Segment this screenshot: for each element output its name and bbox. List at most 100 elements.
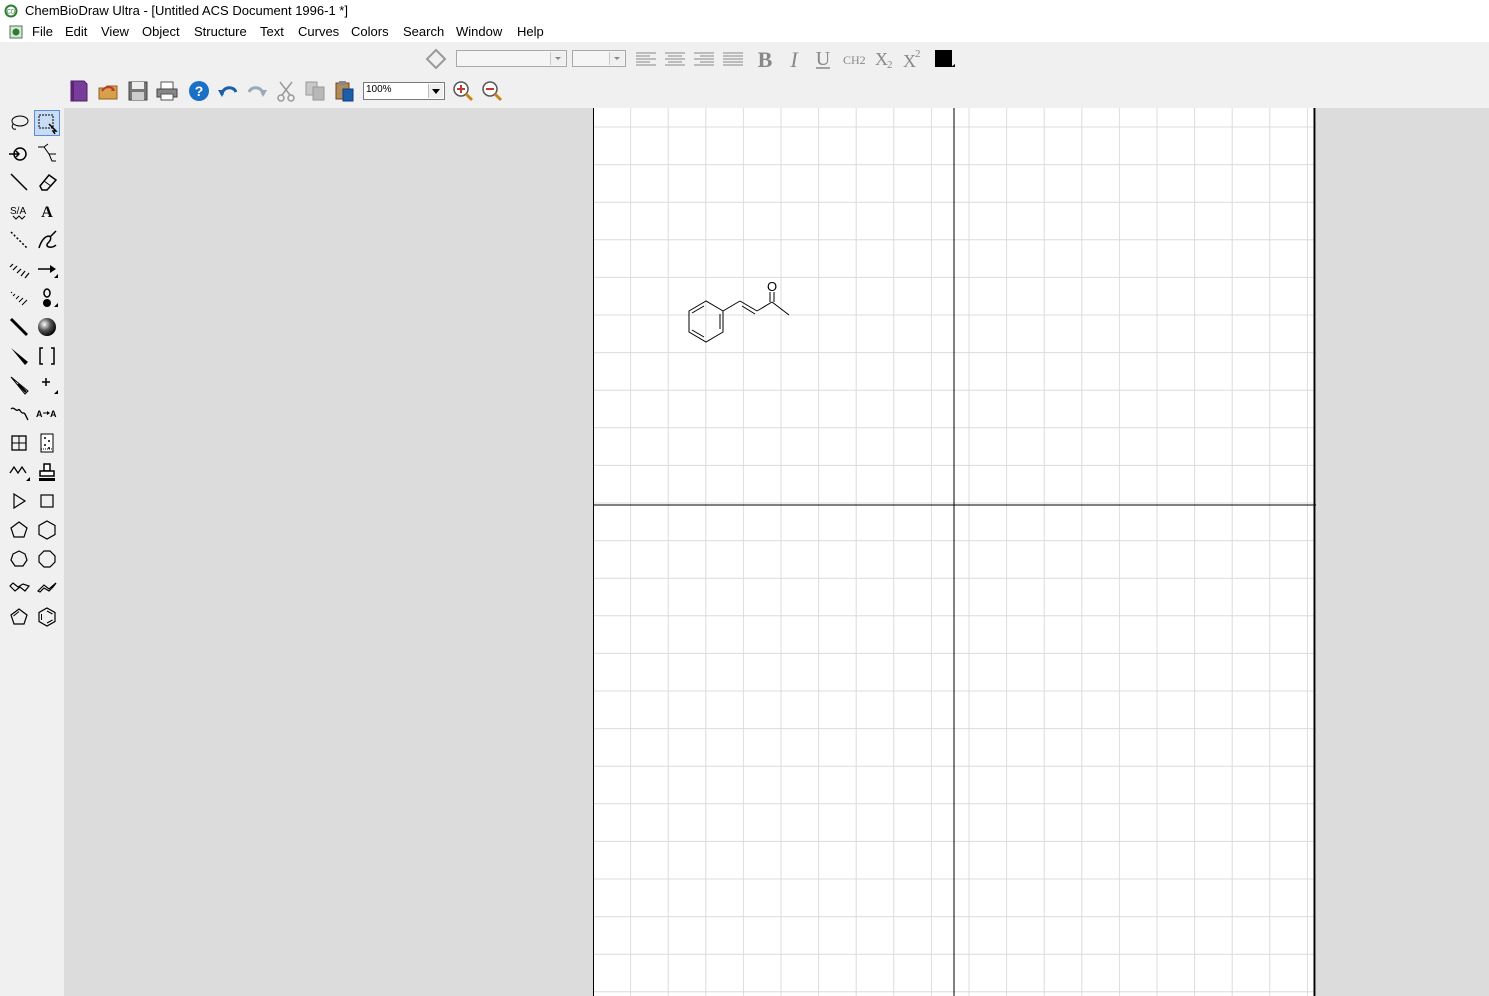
- new-document-icon[interactable]: [68, 80, 90, 102]
- eraser-tool-icon[interactable]: [34, 169, 60, 195]
- query-tool-icon[interactable]: AA: [34, 401, 60, 427]
- menu-edit[interactable]: Edit: [65, 24, 87, 39]
- cyclohexane-ring-icon[interactable]: [34, 517, 60, 543]
- svg-text:2: 2: [915, 48, 921, 60]
- svg-text:B: B: [758, 48, 773, 70]
- menu-text[interactable]: Text: [260, 24, 284, 39]
- menu-search[interactable]: Search: [403, 24, 444, 39]
- brackets-tool-icon[interactable]: [34, 343, 60, 369]
- formula-subscript-label[interactable]: CH2: [843, 53, 866, 68]
- font-size-combo[interactable]: [572, 50, 626, 67]
- menu-curves[interactable]: Curves: [298, 24, 339, 39]
- title-bar: CD ChemBioDraw Ultra - [Untitled ACS Doc…: [0, 0, 1489, 22]
- print-icon[interactable]: [156, 80, 178, 102]
- bond[interactable]: [722, 300, 741, 312]
- ring-double-bond: [691, 305, 705, 314]
- chembiodraw-app-icon: CD: [4, 4, 18, 18]
- chevron-down-icon[interactable]: [609, 52, 624, 65]
- open-folder-icon[interactable]: [97, 80, 119, 102]
- oxygen-atom-label[interactable]: O: [767, 279, 777, 294]
- cyclobutane-ring-icon[interactable]: [34, 488, 60, 514]
- orbital-tool-icon[interactable]: [34, 285, 60, 311]
- benzene-ring-icon[interactable]: [34, 604, 60, 630]
- dashed-bond-tool-icon[interactable]: [6, 227, 32, 253]
- cycloheptane-ring-icon[interactable]: [6, 546, 32, 572]
- lasso-tool-icon[interactable]: [6, 110, 32, 136]
- cyclopentane-ring-icon[interactable]: [6, 517, 32, 543]
- marquee-tool-icon[interactable]: [34, 110, 60, 136]
- molecule-structure[interactable]: [688, 292, 790, 343]
- cut-icon[interactable]: [275, 80, 297, 102]
- superscript-icon[interactable]: X2: [902, 48, 924, 70]
- bond[interactable]: [756, 301, 773, 312]
- menu-structure[interactable]: Structure: [194, 24, 247, 39]
- align-left-icon[interactable]: [635, 48, 657, 70]
- svg-text:CD: CD: [7, 10, 16, 16]
- svg-text:S/A: S/A: [10, 206, 26, 217]
- undo-icon[interactable]: [217, 80, 239, 102]
- alkene-double-bond: [741, 305, 756, 315]
- hashed-bond-tool-icon[interactable]: [6, 256, 32, 282]
- text-tool-icon[interactable]: A: [34, 198, 60, 224]
- menu-object[interactable]: Object: [142, 24, 180, 39]
- drawing-canvas[interactable]: O: [593, 108, 1316, 996]
- menu-view[interactable]: View: [101, 24, 129, 39]
- align-justify-icon[interactable]: [722, 48, 744, 70]
- chemical-symbols-tool-icon[interactable]: [34, 372, 60, 398]
- subscript-icon[interactable]: X2: [873, 48, 895, 70]
- paste-icon[interactable]: [333, 80, 355, 102]
- align-right-icon[interactable]: [693, 48, 715, 70]
- svg-text:A: A: [50, 409, 57, 419]
- svg-text:A: A: [36, 409, 43, 419]
- ring-double-bond: [691, 329, 705, 338]
- svg-text:2: 2: [887, 59, 893, 70]
- cyclohexane-chair-1-icon[interactable]: [6, 575, 32, 601]
- copy-icon[interactable]: [304, 80, 326, 102]
- save-icon[interactable]: [127, 80, 149, 102]
- help-icon[interactable]: ?: [188, 80, 210, 102]
- align-center-icon[interactable]: [664, 48, 686, 70]
- bold-icon[interactable]: B: [754, 48, 776, 70]
- wedge-bond-tool-icon[interactable]: [6, 343, 32, 369]
- zoom-combo[interactable]: 100%: [363, 82, 445, 100]
- zoom-out-icon[interactable]: [481, 80, 503, 102]
- hollow-wedge-bond-tool-icon[interactable]: [6, 372, 32, 398]
- style-diamond-icon[interactable]: [425, 48, 447, 70]
- mass-fragmentation-tool-icon[interactable]: [34, 140, 60, 166]
- color-swatch-icon[interactable]: [933, 48, 955, 70]
- table-tool-icon[interactable]: [6, 430, 32, 456]
- menu-help[interactable]: Help: [517, 24, 544, 39]
- chain-tool-icon[interactable]: [6, 459, 32, 485]
- arrow-tool-icon[interactable]: [34, 256, 60, 282]
- bold-bond-tool-icon[interactable]: [6, 314, 32, 340]
- window-title: ChemBioDraw Ultra - [Untitled ACS Docume…: [25, 3, 348, 18]
- solid-bond-tool-icon[interactable]: [6, 169, 32, 195]
- cyclooctane-ring-icon[interactable]: [34, 546, 60, 572]
- svg-text:?: ?: [195, 83, 204, 99]
- canvas-grid: O: [593, 108, 1316, 996]
- underline-icon[interactable]: U: [812, 48, 834, 70]
- tlc-plate-tool-icon[interactable]: [34, 430, 60, 456]
- cyclohexane-chair-2-icon[interactable]: [34, 575, 60, 601]
- chevron-down-icon[interactable]: [550, 52, 565, 65]
- italic-icon[interactable]: I: [783, 48, 805, 70]
- templates-stamp-icon[interactable]: [34, 459, 60, 485]
- menu-file[interactable]: File: [32, 24, 53, 39]
- document-icon[interactable]: [9, 25, 23, 39]
- wavy-bond-tool-icon[interactable]: [6, 401, 32, 427]
- structure-perspective-tool-icon[interactable]: [6, 140, 32, 166]
- redo-icon[interactable]: [246, 80, 268, 102]
- cyclopentadiene-ring-icon[interactable]: [6, 604, 32, 630]
- cyclopropane-ring-icon[interactable]: [6, 488, 32, 514]
- pen-tool-icon[interactable]: [34, 227, 60, 253]
- font-combo[interactable]: [456, 50, 567, 67]
- menu-window[interactable]: Window: [456, 24, 502, 39]
- chevron-down-icon[interactable]: [428, 84, 443, 98]
- text-sequence-tool-icon[interactable]: S/A: [6, 198, 32, 224]
- menu-colors[interactable]: Colors: [351, 24, 389, 39]
- drawing-elements-sphere-icon[interactable]: [34, 314, 60, 340]
- hashed-wedge-bond-tool-icon[interactable]: [6, 285, 32, 311]
- zoom-in-icon[interactable]: [452, 80, 474, 102]
- svg-text:U: U: [816, 48, 831, 70]
- svg-text:I: I: [789, 48, 799, 70]
